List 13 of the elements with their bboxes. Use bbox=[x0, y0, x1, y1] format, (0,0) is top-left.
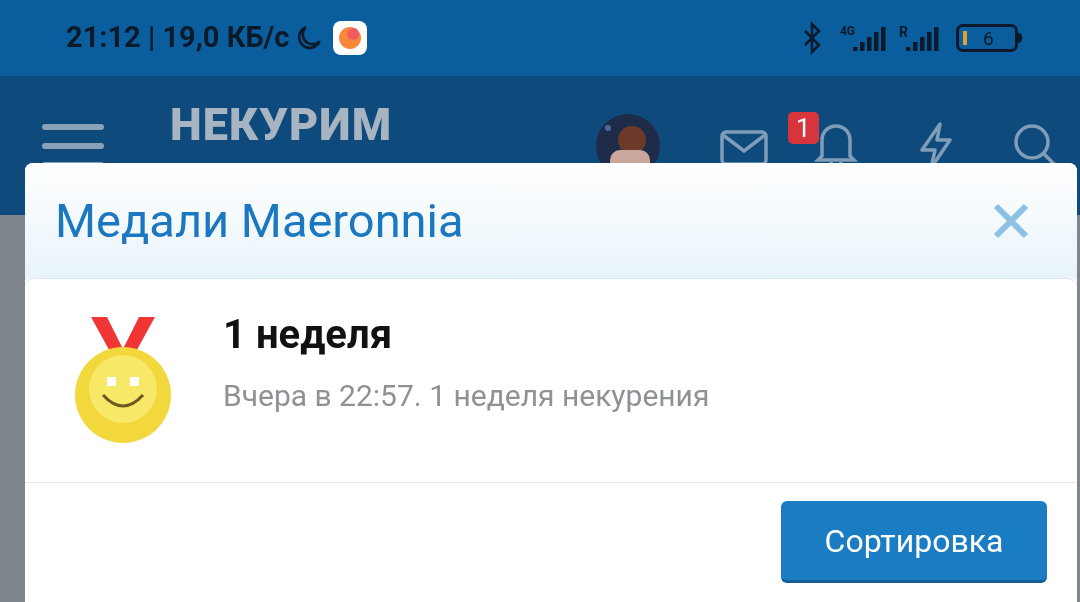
logo[interactable]: НЕКУРИМ bbox=[170, 102, 393, 147]
signal-icon bbox=[906, 25, 940, 51]
mail-icon[interactable] bbox=[720, 130, 768, 166]
status-time: 21:12 | 19,0 КБ/с bbox=[66, 19, 290, 57]
network-label: R bbox=[899, 25, 908, 39]
network-label: 4G bbox=[839, 25, 856, 37]
medal-description: Вчера в 22:57. 1 неделя некурения bbox=[223, 381, 710, 411]
sort-button[interactable]: Сортировка bbox=[781, 501, 1047, 583]
app-icon bbox=[333, 21, 368, 55]
dialog-title: Медали Maeronnia bbox=[55, 197, 464, 244]
notification-badge: 1 bbox=[788, 112, 819, 144]
medal-title: 1 неделя bbox=[223, 315, 394, 355]
signal-icon bbox=[853, 25, 888, 51]
